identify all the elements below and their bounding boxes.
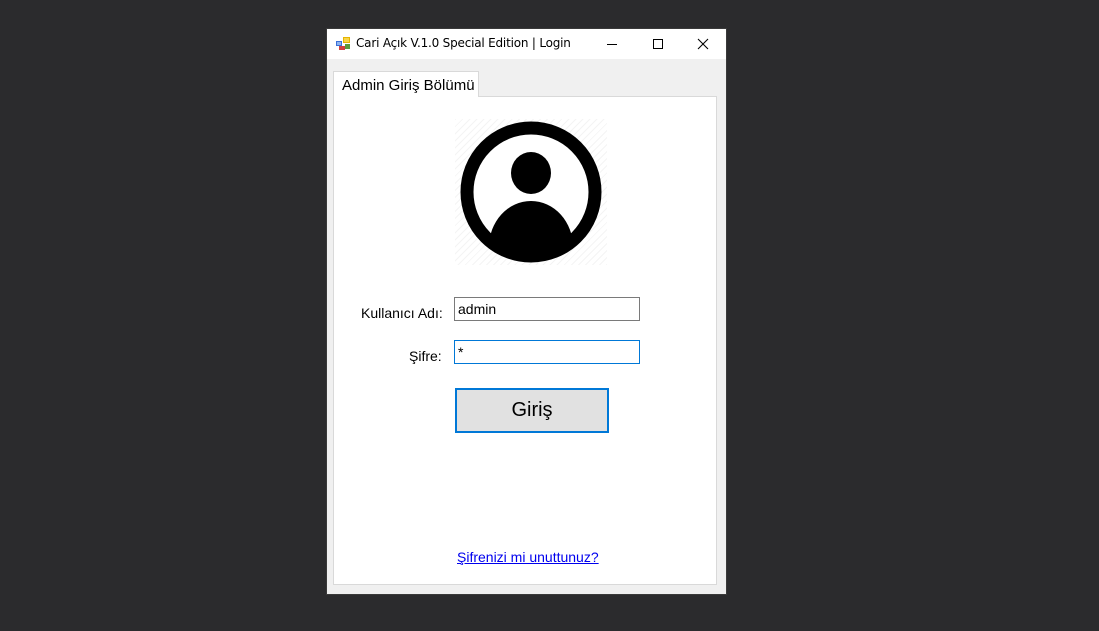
window-title: Cari Açık V.1.0 Special Edition | Login bbox=[356, 36, 571, 50]
forgot-password-link[interactable]: Şifrenizi mi unuttunuz? bbox=[457, 549, 599, 565]
tab-label: Admin Giriş Bölümü bbox=[342, 77, 475, 94]
maximize-button[interactable] bbox=[635, 29, 681, 59]
password-input[interactable] bbox=[454, 340, 640, 364]
password-label: Şifre: bbox=[409, 348, 442, 364]
maximize-icon bbox=[653, 39, 663, 49]
minimize-button[interactable] bbox=[589, 29, 635, 59]
username-label: Kullanıcı Adı: bbox=[361, 305, 443, 321]
login-button[interactable]: Giriş bbox=[455, 388, 609, 433]
title-bar[interactable]: Cari Açık V.1.0 Special Edition | Login bbox=[327, 29, 726, 59]
tab-panel: Kullanıcı Adı: Şifre: Giriş Şifrenizi mi… bbox=[333, 96, 717, 585]
minimize-icon bbox=[607, 44, 617, 45]
avatar bbox=[455, 119, 607, 265]
login-window: Cari Açık V.1.0 Special Edition | Login … bbox=[327, 29, 726, 594]
close-icon bbox=[697, 38, 709, 50]
app-grid-icon bbox=[336, 37, 350, 50]
tab-admin-login[interactable]: Admin Giriş Bölümü bbox=[333, 71, 479, 97]
username-input[interactable] bbox=[454, 297, 640, 321]
close-button[interactable] bbox=[680, 29, 726, 59]
user-avatar-icon bbox=[460, 121, 602, 263]
